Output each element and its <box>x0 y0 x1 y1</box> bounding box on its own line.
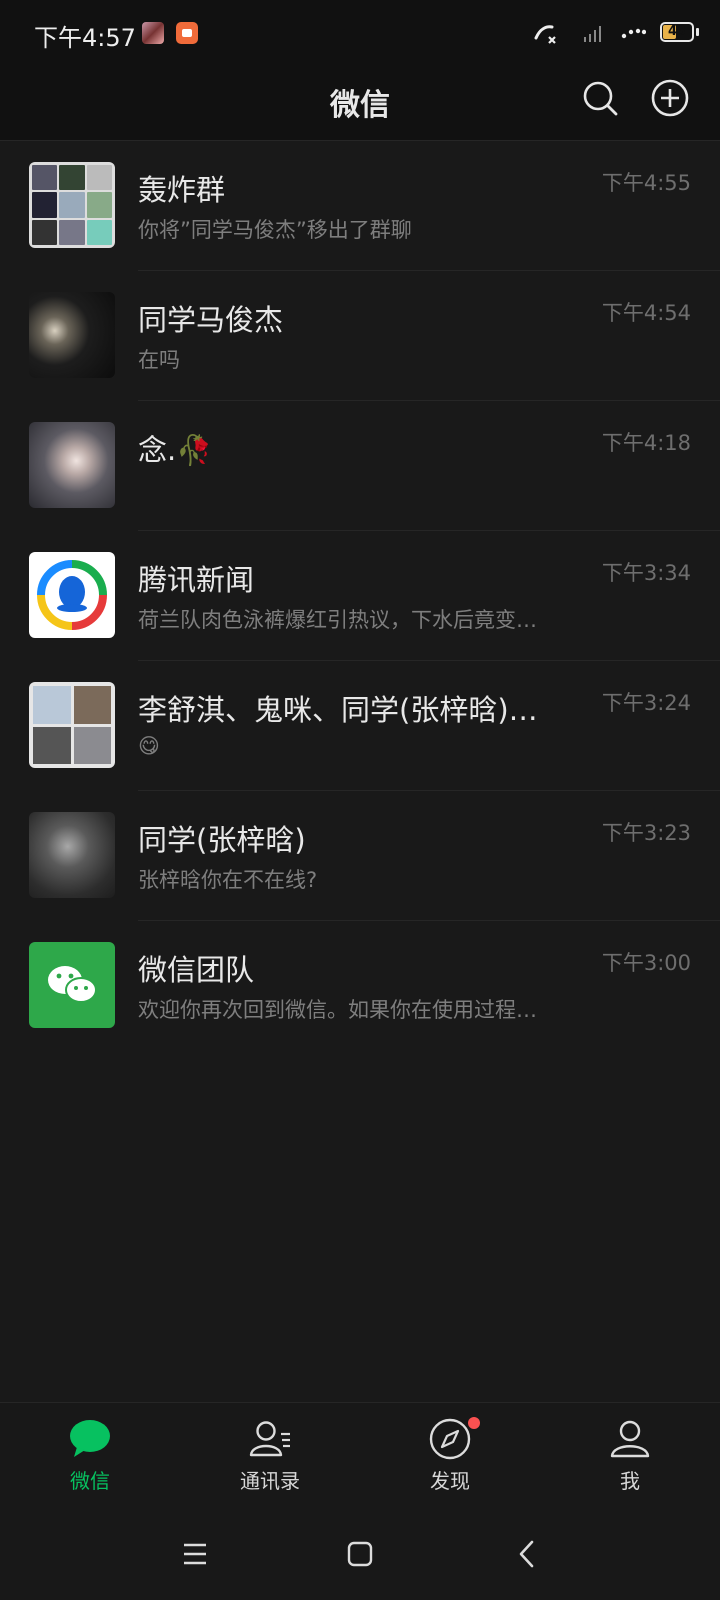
back-icon[interactable] <box>508 1534 548 1574</box>
chat-name: 同学(张梓晗) <box>138 823 306 857</box>
contact-avatar <box>29 812 115 898</box>
chat-preview: 在吗 <box>138 348 180 372</box>
chat-name: 微信团队 <box>138 953 255 987</box>
system-nav-bar <box>0 1512 720 1600</box>
contact-avatar <box>29 292 115 378</box>
battery-level: 43 <box>667 24 687 39</box>
wifi-icon <box>621 28 646 39</box>
chat-time: 下午3:00 <box>601 951 691 975</box>
discover-badge-dot <box>468 1417 480 1429</box>
tab-me[interactable]: 我 <box>540 1403 720 1513</box>
chat-list: 轰炸群 你将”同学马俊杰”移出了群聊 下午4:55 同学马俊杰 在吗 下午4:5… <box>0 141 720 1051</box>
contacts-icon <box>249 1421 290 1457</box>
chat-preview: 你将”同学马俊杰”移出了群聊 <box>138 218 412 242</box>
tab-discover[interactable]: 发现 <box>360 1403 540 1513</box>
tab-discover-label: 发现 <box>430 1469 470 1493</box>
bottom-nav: 微信 通讯录 发现 我 <box>0 1402 720 1513</box>
chat-time: 下午4:54 <box>601 301 691 325</box>
chat-item[interactable]: 轰炸群 你将”同学马俊杰”移出了群聊 下午4:55 <box>0 141 720 271</box>
chat-name: 腾讯新闻 <box>138 563 255 597</box>
chat-item[interactable]: 李舒淇、鬼咪、同学(张梓晗)… 😋 下午3:24 <box>0 661 720 791</box>
chat-time: 下午3:34 <box>601 561 691 585</box>
chat-time: 下午4:18 <box>601 431 691 455</box>
chat-name: 轰炸群 <box>138 173 226 207</box>
tab-chats[interactable]: 微信 <box>0 1403 180 1513</box>
chat-name: 念.🥀 <box>138 433 213 467</box>
wechat-team-logo-icon <box>29 942 115 1028</box>
chat-preview: 😋 <box>138 734 160 758</box>
tab-contacts-label: 通讯录 <box>240 1469 300 1493</box>
chat-time: 下午4:55 <box>601 171 691 195</box>
tencent-news-logo-icon <box>29 552 115 638</box>
status-bar: 下午4:57 43 <box>0 0 720 66</box>
chat-time: 下午3:24 <box>601 691 691 715</box>
signal-icon <box>584 26 601 42</box>
screen-record-icon <box>176 22 198 44</box>
chat-preview: 张梓晗你在不在线? <box>138 868 318 892</box>
chat-preview: 荷兰队肉色泳裤爆红引热议，下水后竟变… <box>138 608 537 632</box>
status-time: 下午4:57 <box>34 24 136 52</box>
chat-item[interactable]: 腾讯新闻 荷兰队肉色泳裤爆红引热议，下水后竟变… 下午3:34 <box>0 531 720 661</box>
group-avatar <box>29 162 115 248</box>
notification-avatar-icon <box>142 22 164 44</box>
chat-name: 李舒淇、鬼咪、同学(张梓晗)… <box>138 693 538 727</box>
chat-item[interactable]: 微信团队 欢迎你再次回到微信。如果你在使用过程… 下午3:00 <box>0 921 720 1051</box>
home-icon[interactable] <box>340 1534 380 1574</box>
chat-time: 下午3:23 <box>601 821 691 845</box>
chat-item[interactable]: 同学(张梓晗) 张梓晗你在不在线? 下午3:23 <box>0 791 720 921</box>
status-icons: 43 <box>520 18 720 48</box>
app-header: 微信 <box>0 66 720 141</box>
chat-name: 同学马俊杰 <box>138 303 284 337</box>
add-icon[interactable] <box>650 78 690 118</box>
chat-item[interactable]: 念.🥀 下午4:18 <box>0 401 720 531</box>
chat-bubble-icon <box>70 1420 110 1457</box>
compass-icon <box>429 1418 471 1460</box>
chat-item[interactable]: 同学马俊杰 在吗 下午4:54 <box>0 271 720 401</box>
tab-chats-label: 微信 <box>70 1469 110 1493</box>
contact-avatar <box>29 422 115 508</box>
battery-icon: 43 <box>660 22 694 42</box>
search-icon[interactable] <box>580 78 620 118</box>
chat-preview: 欢迎你再次回到微信。如果你在使用过程… <box>138 998 537 1022</box>
call-muted-icon <box>534 25 556 44</box>
tab-contacts[interactable]: 通讯录 <box>180 1403 360 1513</box>
group-avatar <box>29 682 115 768</box>
person-icon <box>610 1420 650 1458</box>
tab-me-label: 我 <box>620 1469 640 1493</box>
menu-icon[interactable] <box>175 1534 215 1574</box>
